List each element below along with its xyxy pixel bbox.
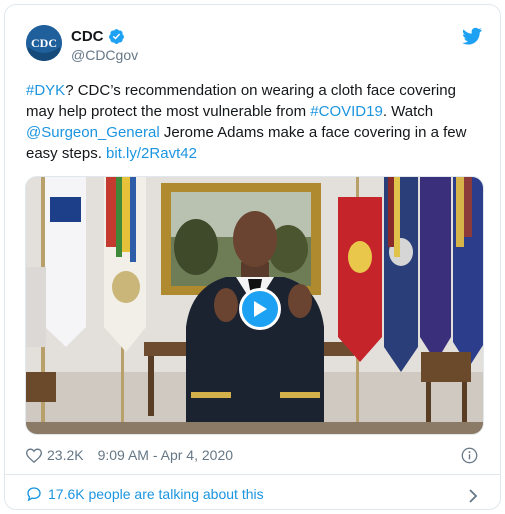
author-name-text[interactable]: CDC — [71, 28, 104, 45]
talking-about-link[interactable]: 17.6K people are talking about this — [26, 486, 264, 502]
author-handle[interactable]: @CDCgov — [71, 47, 138, 63]
hashtag-dyk[interactable]: #DYK — [26, 82, 65, 99]
like-count: 23.2K — [47, 447, 84, 463]
tweet-text: #DYK? CDC’s recommendation on wearing a … — [26, 80, 486, 164]
tweet-text-part2: . Watch — [382, 103, 434, 120]
twitter-bird-icon[interactable] — [462, 27, 482, 45]
avatar-text: CDC — [31, 36, 57, 50]
like-button[interactable]: 23.2K — [26, 447, 84, 463]
chevron-right-icon[interactable] — [468, 489, 478, 503]
author-name[interactable]: CDC — [71, 28, 125, 45]
verified-badge-icon — [108, 29, 124, 44]
comment-icon — [27, 487, 41, 502]
talking-text[interactable]: 17.6K people are talking about this — [48, 486, 264, 502]
avatar[interactable]: CDC — [26, 25, 62, 61]
tweet-meta: 23.2K 9:09 AM - Apr 4, 2020 — [26, 447, 233, 463]
divider — [5, 474, 500, 475]
heart-icon — [26, 447, 42, 463]
hashtag-covid19[interactable]: #COVID19 — [310, 103, 383, 120]
timestamp[interactable]: 9:09 AM - Apr 4, 2020 — [98, 447, 233, 463]
tweet-url[interactable]: bit.ly/2Ravt42 — [106, 145, 197, 162]
info-icon[interactable] — [461, 447, 478, 464]
video-thumbnail[interactable] — [25, 176, 484, 435]
play-icon — [254, 301, 267, 317]
mention-surgeon-general[interactable]: @Surgeon_General — [26, 124, 160, 141]
play-button[interactable] — [239, 288, 281, 330]
tweet-card: CDC CDC @CDCgov #DYK? CDC’s recommendati… — [4, 4, 501, 510]
